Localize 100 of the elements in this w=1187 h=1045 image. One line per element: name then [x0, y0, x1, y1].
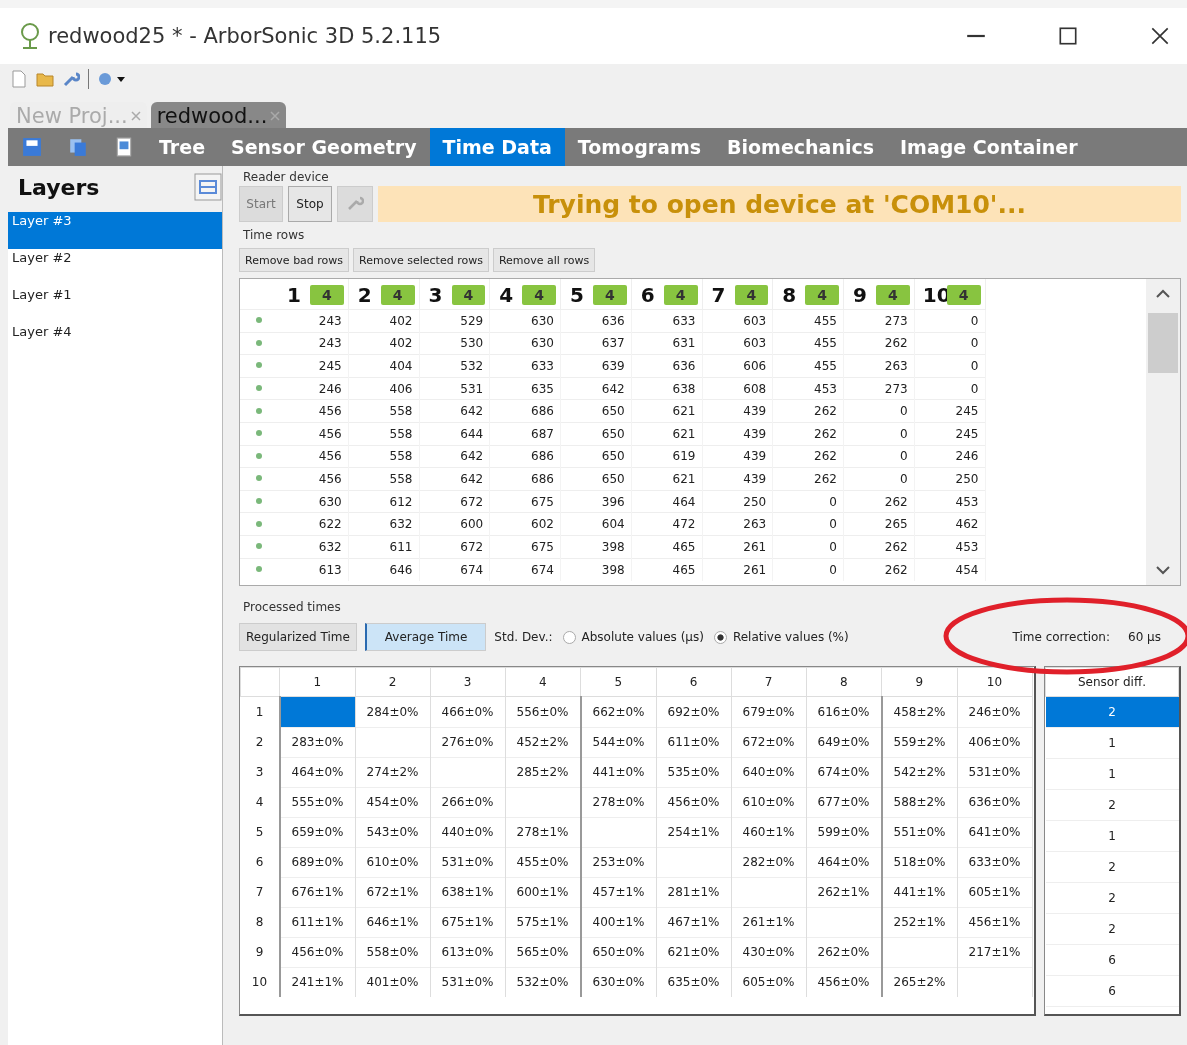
- table-cell: 630: [278, 490, 349, 513]
- remove-button[interactable]: Remove bad rows: [239, 248, 350, 272]
- table-cell: 464±0%: [806, 847, 882, 877]
- layer-item[interactable]: Layer #3: [8, 212, 222, 249]
- scrollbar[interactable]: [1146, 279, 1180, 585]
- table-cell: 542±2%: [881, 757, 957, 787]
- table-cell: 616±0%: [806, 696, 882, 727]
- table-cell: 217±1%: [957, 937, 1032, 967]
- table-cell: 273: [843, 377, 915, 400]
- table-cell: 262: [772, 445, 844, 468]
- table-cell[interactable]: [580, 817, 656, 847]
- section-label: Processed times: [242, 600, 342, 614]
- table-cell[interactable]: 1: [1045, 758, 1179, 790]
- table-cell[interactable]: 6: [1045, 975, 1179, 1007]
- table-cell: 600: [419, 512, 490, 536]
- radio-button[interactable]: [562, 630, 576, 644]
- radio-button[interactable]: [713, 630, 727, 644]
- document-icon[interactable]: [114, 137, 134, 157]
- maximize-icon[interactable]: [1057, 25, 1079, 47]
- document-tab[interactable]: redwood...: [150, 102, 287, 128]
- table-cell: 677±0%: [806, 787, 882, 817]
- table-cell: 556±0%: [505, 696, 581, 727]
- table-cell[interactable]: [279, 696, 355, 727]
- save-icon[interactable]: [22, 137, 42, 157]
- mode-button[interactable]: Average Time: [364, 623, 487, 651]
- table-cell: 243: [278, 309, 349, 333]
- table-cell: 611±1%: [279, 907, 355, 937]
- table-cell[interactable]: [881, 937, 957, 967]
- table-cell: 441±0%: [580, 757, 656, 787]
- nav-tab[interactable]: Sensor Geometry: [218, 128, 430, 166]
- count-badge: 4: [663, 285, 698, 305]
- table-cell: 273: [843, 309, 915, 333]
- table-cell: 518±0%: [881, 847, 957, 877]
- column-header: 3: [430, 667, 505, 697]
- table-cell: 283±0%: [279, 727, 355, 757]
- table-cell[interactable]: 2: [1045, 882, 1179, 914]
- table-cell: 650±0%: [580, 937, 656, 967]
- table-cell[interactable]: [731, 877, 806, 907]
- row-header: 9: [240, 937, 280, 967]
- remove-button[interactable]: Remove selected rows: [353, 248, 489, 272]
- table-cell: 285±2%: [505, 757, 581, 787]
- table-cell[interactable]: 6: [1045, 944, 1179, 976]
- table-cell: 262±1%: [806, 877, 882, 907]
- table-cell[interactable]: 2: [1045, 696, 1179, 728]
- wrench-icon[interactable]: [62, 70, 80, 88]
- table-cell: 0: [772, 535, 844, 559]
- device-button[interactable]: Stop: [288, 186, 332, 222]
- close-icon[interactable]: [1149, 25, 1171, 47]
- nav-tab[interactable]: Tomograms: [564, 128, 715, 166]
- nav-tab[interactable]: Time Data: [429, 128, 565, 166]
- column-header: 9: [881, 667, 957, 697]
- table-cell: 456±1%: [957, 907, 1032, 937]
- table-cell: 467±1%: [656, 907, 731, 937]
- table-cell: 0: [914, 309, 985, 333]
- mode-button[interactable]: Regularized Time: [239, 623, 357, 651]
- table-cell[interactable]: [656, 847, 731, 877]
- folder-icon[interactable]: [36, 70, 54, 88]
- globe-dropdown-icon[interactable]: [97, 71, 127, 87]
- nav-tab[interactable]: Tree: [146, 128, 218, 166]
- row-header: 6: [240, 847, 280, 877]
- table-cell: 650: [560, 399, 632, 423]
- table-cell[interactable]: [355, 727, 430, 757]
- remove-button[interactable]: Remove all rows: [492, 248, 596, 272]
- table-cell: 642: [419, 445, 490, 468]
- table-cell[interactable]: 1: [1045, 820, 1179, 852]
- table-cell: 621: [631, 399, 702, 423]
- new-file-icon[interactable]: [10, 70, 28, 88]
- table-cell: 458±2%: [881, 696, 957, 727]
- table-cell: 642: [560, 377, 632, 400]
- scroll-up-icon[interactable]: [1155, 289, 1171, 299]
- table-cell[interactable]: 2: [1045, 789, 1179, 821]
- table-cell: 402: [348, 309, 419, 333]
- table-cell: 646: [348, 558, 419, 581]
- table-cell: 635: [489, 377, 561, 400]
- copy-icon[interactable]: [68, 137, 88, 157]
- layer-item[interactable]: Layer #1: [8, 286, 222, 323]
- table-cell: 441±1%: [881, 877, 957, 907]
- table-cell: 456: [278, 399, 349, 423]
- table-cell[interactable]: 1: [1045, 727, 1179, 759]
- row-header: 3: [240, 757, 280, 787]
- table-cell[interactable]: 2: [1045, 851, 1179, 883]
- table-cell: 535±0%: [656, 757, 731, 787]
- table-cell[interactable]: [957, 967, 1032, 997]
- scroll-thumb[interactable]: [1148, 313, 1178, 373]
- nav-tab[interactable]: Biomechanics: [714, 128, 887, 166]
- scroll-down-icon[interactable]: [1155, 565, 1171, 575]
- table-cell: 674±0%: [806, 757, 882, 787]
- panel-icon[interactable]: [194, 173, 222, 201]
- nav-tab[interactable]: Image Container: [887, 128, 1091, 166]
- layer-item[interactable]: Layer #2: [8, 249, 222, 286]
- table-cell[interactable]: [430, 757, 505, 787]
- row-header: 1: [240, 696, 280, 727]
- count-badge: 4: [310, 285, 344, 305]
- table-cell: 401±0%: [355, 967, 430, 997]
- layer-item[interactable]: Layer #4: [8, 323, 222, 360]
- table-cell: 632: [348, 512, 419, 536]
- table-cell: 600±1%: [505, 877, 581, 907]
- table-cell: 675: [489, 535, 561, 559]
- table-cell[interactable]: 2: [1045, 913, 1179, 945]
- table-cell: 635±0%: [656, 967, 731, 997]
